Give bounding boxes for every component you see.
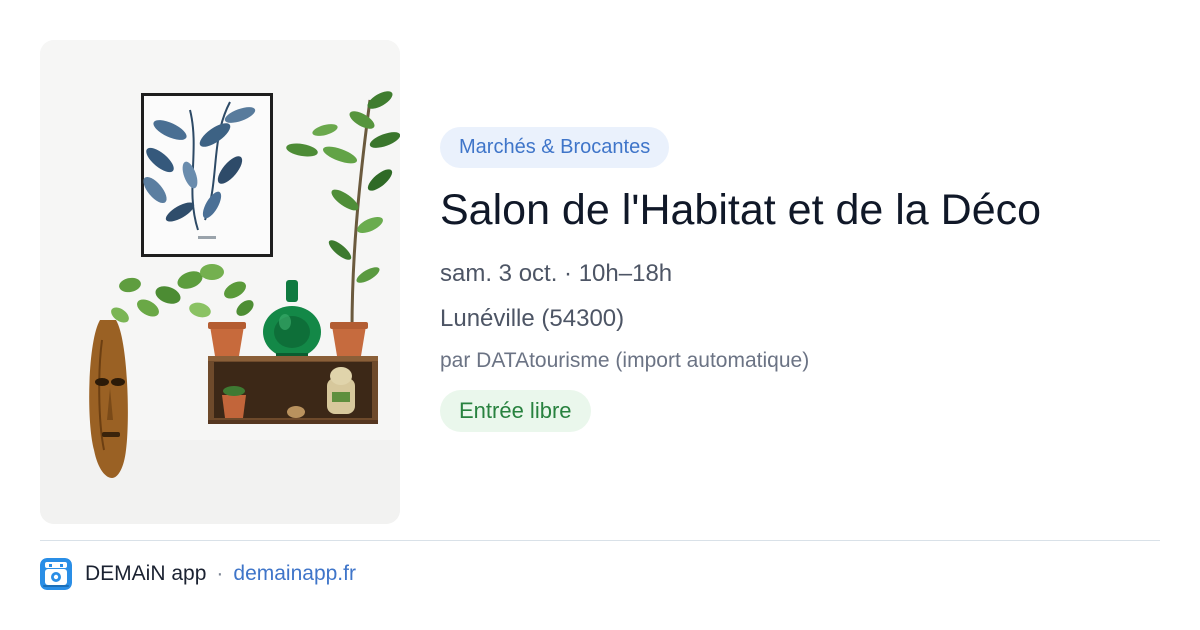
framed-print — [141, 93, 273, 257]
event-location: Lunéville (54300) — [440, 305, 625, 332]
footer-separator: · — [216, 562, 224, 585]
terracotta-pot-left — [210, 326, 244, 356]
event-share-card: Marchés & Brocantes Salon de l'Habitat e… — [0, 0, 1200, 630]
footer-divider — [40, 540, 1160, 541]
event-datetime: sam. 3 oct. · 10h–18h — [440, 260, 673, 287]
event-source: par DATAtourisme (import automatique) — [440, 349, 810, 372]
event-photo — [40, 40, 400, 524]
app-name: DEMAiN app — [85, 562, 207, 585]
wooden-mask — [89, 320, 128, 478]
app-website-link[interactable]: demainapp.fr — [233, 562, 356, 586]
event-info: Marchés & Brocantes Salon de l'Habitat e… — [440, 127, 1160, 432]
footer: DEMAiN app · demainapp.fr — [40, 558, 356, 590]
price-badge: Entrée libre — [440, 390, 591, 432]
demain-app-logo-icon — [40, 558, 72, 590]
terracotta-pot-right — [332, 326, 366, 356]
event-title: Salon de l'Habitat et de la Déco — [440, 186, 1042, 234]
wooden-shelf — [208, 356, 378, 424]
category-badge[interactable]: Marchés & Brocantes — [440, 127, 670, 168]
